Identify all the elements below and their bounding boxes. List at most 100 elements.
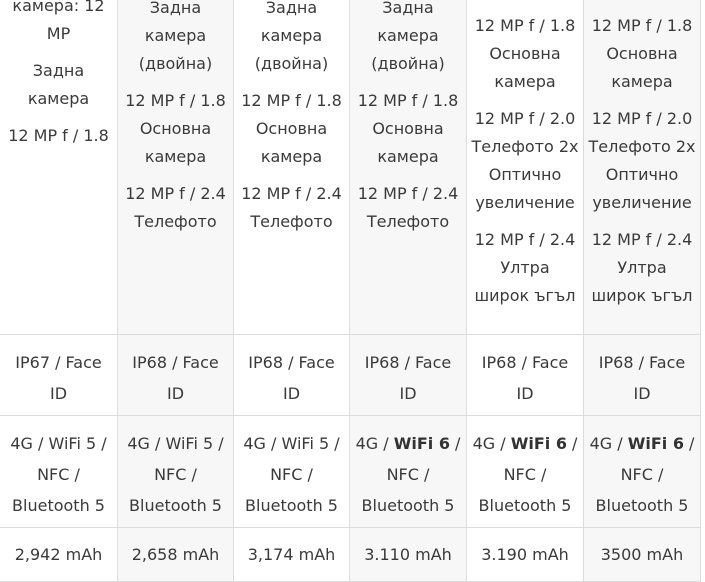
- camera-cell-2: Задна камера (двойна) 12 MP f / 1.8 Осно…: [118, 0, 234, 335]
- camera-line: Телефото 2x: [471, 137, 579, 156]
- battery-value: 3.110 mAh: [364, 545, 452, 564]
- camera-line: Основна: [139, 119, 212, 138]
- nfc-label: NFC /: [37, 465, 80, 484]
- protection-line: IP67 / Face: [15, 353, 102, 372]
- camera-line: Телефото: [366, 212, 450, 231]
- camera-line: Задна: [149, 0, 202, 17]
- connectivity-suffix: /: [329, 434, 340, 453]
- nfc-label: NFC /: [503, 465, 547, 484]
- connectivity-suffix: /: [566, 434, 578, 453]
- bluetooth-label: Bluetooth 5: [595, 496, 689, 515]
- connectivity-cell-6: 4G / WiFi 6 / NFC / Bluetooth 5: [584, 416, 701, 528]
- protection-line: IP68 / Face: [598, 353, 686, 372]
- camera-line: 12 MP f / 2.0: [591, 109, 693, 128]
- connectivity-cell-2: 4G / WiFi 5 / NFC / Bluetooth 5: [118, 416, 234, 528]
- battery-cell-2: 2,658 mAh: [118, 528, 234, 582]
- connectivity-suffix: /: [683, 434, 695, 453]
- camera-line: камера: [377, 26, 439, 45]
- protection-cell-2: IP68 / Face ID: [118, 335, 234, 416]
- bluetooth-label: Bluetooth 5: [478, 496, 572, 515]
- camera-line: камера: [27, 89, 90, 108]
- camera-line: 12 MP f / 2.4: [357, 184, 459, 203]
- protection-line: IP68 / Face: [364, 353, 452, 372]
- protection-cell-3: IP68 / Face ID: [234, 335, 350, 416]
- camera-line: Ултра: [617, 258, 667, 277]
- camera-line: 12 MP f / 1.8: [125, 91, 226, 110]
- camera-line: камера: [377, 147, 439, 166]
- camera-cell-1: камера: 12 MP Задна камера 12 MP f / 1.8: [0, 0, 118, 335]
- wifi-label: WiFi 5: [165, 434, 214, 453]
- battery-value: 3500 mAh: [600, 545, 684, 564]
- wifi-label: WiFi 6: [627, 434, 684, 453]
- battery-value: 2,942 mAh: [14, 545, 103, 564]
- wifi-label: WiFi 5: [48, 434, 97, 453]
- camera-line: (двойна): [138, 54, 213, 73]
- camera-line: 12 MP f / 2.0: [474, 109, 576, 128]
- battery-value: 3.190 mAh: [481, 545, 569, 564]
- battery-value: 3,174 mAh: [247, 545, 336, 564]
- camera-cell-4: Задна камера (двойна) 12 MP f / 1.8 Осно…: [350, 0, 467, 335]
- connectivity-suffix: /: [449, 434, 461, 453]
- camera-line: камера: [260, 147, 323, 166]
- camera-line: 12 MP f / 2.4: [241, 184, 342, 203]
- protection-line: ID: [516, 384, 534, 403]
- camera-line: Оптично: [488, 165, 562, 184]
- camera-line: Основна: [255, 119, 328, 138]
- protection-line: ID: [166, 384, 185, 403]
- camera-line: камера: 12: [12, 0, 105, 15]
- connectivity-prefix: 4G /: [355, 434, 394, 453]
- battery-cell-4: 3.110 mAh: [350, 528, 467, 582]
- camera-line: 12 MP f / 2.4: [125, 184, 226, 203]
- protection-line: IP68 / Face: [132, 353, 219, 372]
- wifi-label: WiFi 6: [510, 434, 567, 453]
- camera-line: Телефото: [250, 212, 333, 231]
- camera-line: 12 MP f / 1.8: [8, 126, 109, 145]
- connectivity-prefix: 4G /: [472, 434, 511, 453]
- camera-line: 12 MP f / 1.8: [591, 16, 693, 35]
- connectivity-cell-1: 4G / WiFi 5 / NFC / Bluetooth 5: [0, 416, 118, 528]
- protection-cell-4: IP68 / Face ID: [350, 335, 467, 416]
- camera-line: 12 MP f / 1.8: [474, 16, 576, 35]
- battery-value: 2,658 mAh: [131, 545, 220, 564]
- protection-line: ID: [633, 384, 651, 403]
- camera-line: Ултра: [500, 258, 550, 277]
- wifi-label: WiFi 5: [281, 434, 330, 453]
- comparison-table: камера: 12 MP Задна камера 12 MP f / 1.8…: [0, 0, 705, 582]
- camera-line: широк ъгъл: [474, 286, 576, 305]
- camera-line: 12 MP f / 2.4: [591, 230, 693, 249]
- camera-line: (двойна): [254, 54, 329, 73]
- connectivity-prefix: 4G /: [127, 434, 166, 453]
- camera-line: широк ъгъл: [591, 286, 693, 305]
- connectivity-cell-4: 4G / WiFi 6 / NFC / Bluetooth 5: [350, 416, 467, 528]
- connectivity-prefix: 4G /: [10, 434, 49, 453]
- bluetooth-label: Bluetooth 5: [129, 496, 222, 515]
- bluetooth-label: Bluetooth 5: [12, 496, 105, 515]
- protection-cell-5: IP68 / Face ID: [467, 335, 584, 416]
- camera-line: Задна: [382, 0, 434, 17]
- camera-line: камера: [144, 147, 207, 166]
- camera-line: Задна: [32, 61, 85, 80]
- protection-line: IP68 / Face: [481, 353, 569, 372]
- nfc-label: NFC /: [620, 465, 664, 484]
- bluetooth-label: Bluetooth 5: [245, 496, 338, 515]
- connectivity-prefix: 4G /: [589, 434, 628, 453]
- camera-line: Основна: [606, 44, 678, 63]
- bluetooth-label: Bluetooth 5: [361, 496, 455, 515]
- protection-line: ID: [49, 384, 68, 403]
- connectivity-suffix: /: [213, 434, 224, 453]
- camera-line: (двойна): [371, 54, 445, 73]
- battery-cell-3: 3,174 mAh: [234, 528, 350, 582]
- protection-line: IP68 / Face: [248, 353, 335, 372]
- camera-line: 12 MP f / 2.4: [474, 230, 576, 249]
- camera-line: MP: [46, 24, 71, 43]
- camera-cell-3: Задна камера (двойна) 12 MP f / 1.8 Осно…: [234, 0, 350, 335]
- camera-line: 12 MP f / 1.8: [357, 91, 459, 110]
- camera-line: Оптично: [605, 165, 679, 184]
- camera-line: Телефото 2x: [588, 137, 696, 156]
- camera-cell-5: 12 MP f / 1.8 Основна камера 12 MP f / 2…: [467, 0, 584, 335]
- camera-line: камера: [494, 72, 556, 91]
- nfc-label: NFC /: [270, 465, 313, 484]
- camera-line: камера: [144, 26, 207, 45]
- connectivity-cell-3: 4G / WiFi 5 / NFC / Bluetooth 5: [234, 416, 350, 528]
- connectivity-suffix: /: [96, 434, 107, 453]
